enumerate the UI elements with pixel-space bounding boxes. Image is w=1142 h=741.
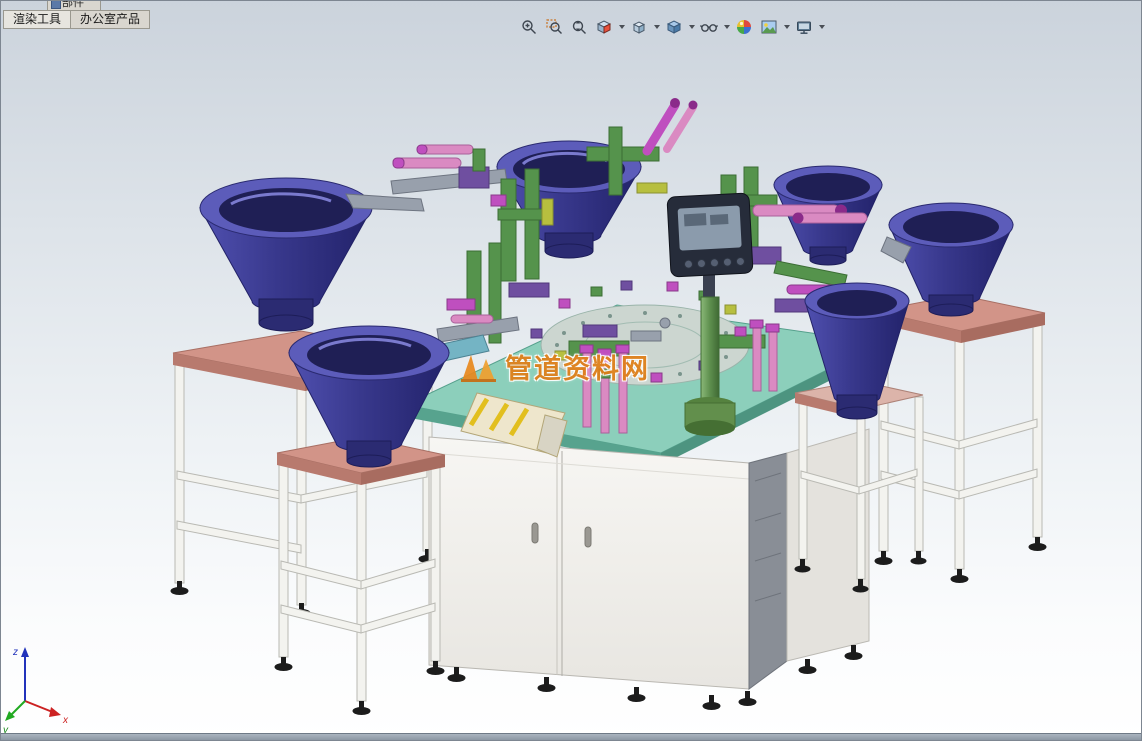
zoom-to-area-icon bbox=[546, 19, 562, 34]
zoom-to-fit-icon bbox=[522, 20, 536, 34]
stand-right[interactable] bbox=[874, 294, 1047, 583]
section-view-dropdown[interactable] bbox=[617, 16, 626, 38]
zoom-to-fit-button[interactable] bbox=[517, 16, 541, 38]
triad-z-label: z bbox=[12, 647, 18, 658]
apply-scene-button[interactable] bbox=[757, 16, 781, 38]
model-scene: z x y bbox=[2, 98, 1047, 736]
view-settings-icon bbox=[797, 21, 811, 34]
hmi-screen bbox=[677, 205, 742, 251]
bowl-feeder-left[interactable] bbox=[199, 177, 425, 332]
zoom-to-area-button[interactable] bbox=[542, 16, 566, 38]
commandmanager-tabs: 渲染工具 办公室产品 bbox=[3, 10, 151, 29]
fragment-icon bbox=[51, 1, 61, 9]
apply-scene-icon bbox=[761, 20, 777, 34]
apply-scene-dropdown[interactable] bbox=[782, 16, 791, 38]
display-style-icon bbox=[666, 20, 682, 34]
solidworks-window: z x y 管道资料网 部件 渲染工具 办公室产品 bbox=[0, 0, 1142, 741]
section-view-button[interactable] bbox=[592, 16, 616, 38]
orientation-triad: z x y bbox=[2, 647, 69, 736]
hide-show-items-dropdown[interactable] bbox=[722, 16, 731, 38]
heads-up-toolbar bbox=[517, 15, 826, 39]
edit-appearance-button[interactable] bbox=[732, 16, 756, 38]
edit-appearance-icon bbox=[737, 20, 751, 34]
status-bar-edge bbox=[1, 733, 1141, 740]
view-settings-button[interactable] bbox=[792, 16, 816, 38]
view-orientation-icon bbox=[632, 21, 646, 34]
display-style-dropdown[interactable] bbox=[687, 16, 696, 38]
hide-show-items-button[interactable] bbox=[697, 16, 721, 38]
tab-render-tools[interactable]: 渲染工具 bbox=[3, 10, 71, 29]
view-settings-dropdown[interactable] bbox=[817, 16, 826, 38]
display-style-button[interactable] bbox=[662, 16, 686, 38]
zoom-in-out-icon bbox=[572, 20, 586, 34]
zoom-in-out-button[interactable] bbox=[567, 16, 591, 38]
graphics-viewport[interactable]: z x y 管道资料网 bbox=[1, 1, 1141, 740]
view-orientation-dropdown[interactable] bbox=[652, 16, 661, 38]
tab-office-products[interactable]: 办公室产品 bbox=[70, 10, 151, 29]
view-orientation-button[interactable] bbox=[627, 16, 651, 38]
triad-x-label: x bbox=[62, 715, 69, 726]
section-view-icon bbox=[596, 20, 612, 34]
hide-show-items-icon bbox=[700, 24, 718, 32]
